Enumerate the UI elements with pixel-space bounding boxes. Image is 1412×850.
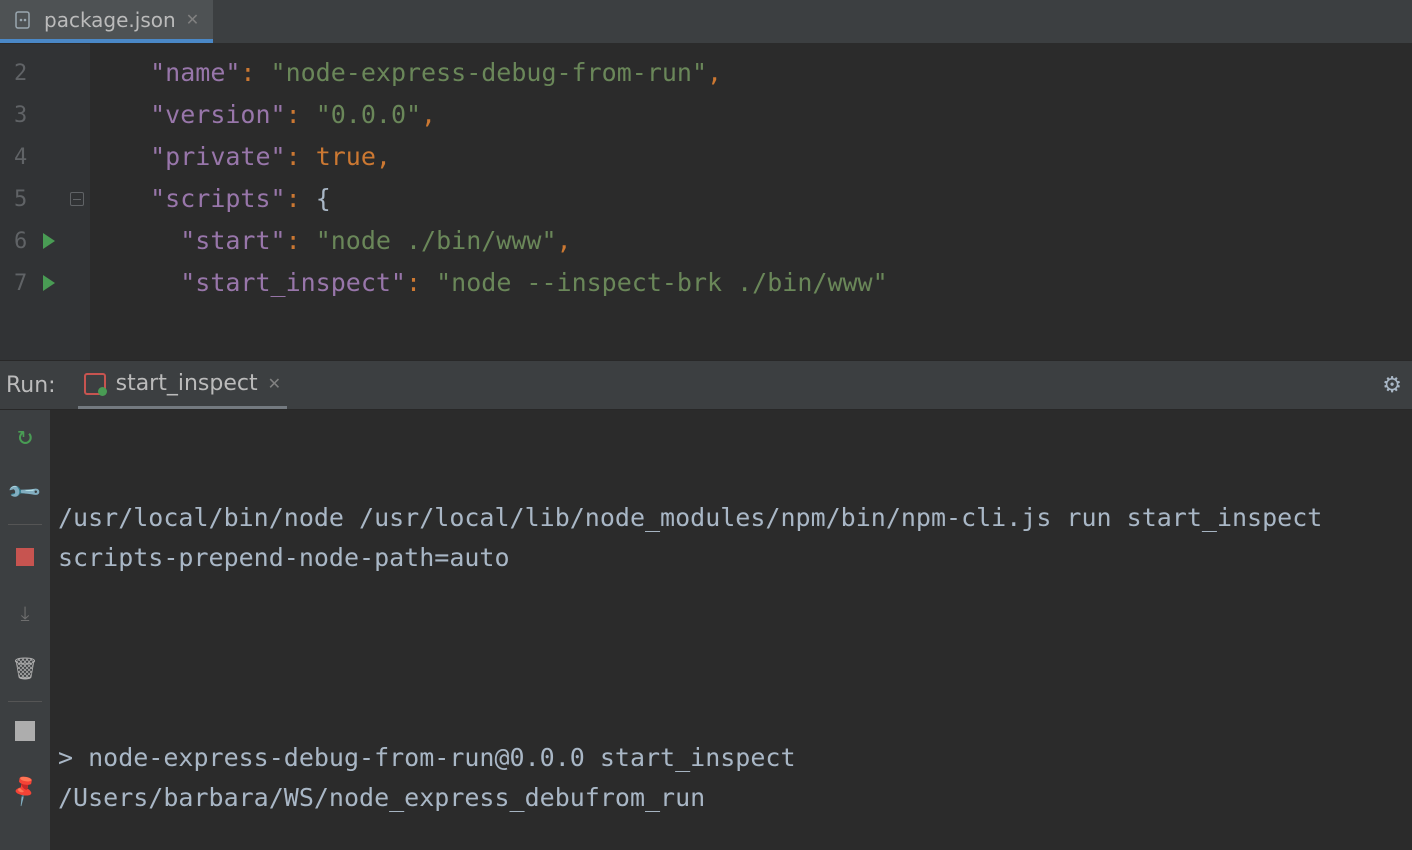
code-editor[interactable]: 2 3 4 5 6 7 "name": "node-express-debug-… (0, 44, 1412, 360)
toolbar-divider (8, 701, 42, 702)
run-panel-body: ↻ 🔧 ⤓ 🗑 📌 /usr/local/bin/node /usr/local… (0, 410, 1412, 850)
rerun-button[interactable]: ↻ (7, 418, 43, 454)
line-number: 4 (14, 145, 27, 170)
json-file-icon (14, 10, 34, 30)
close-icon[interactable]: ✕ (186, 10, 199, 29)
stop-button[interactable] (7, 539, 43, 575)
pin-icon: 📌 (7, 772, 44, 808)
editor-gutter: 2 3 4 5 6 7 (0, 44, 90, 360)
line-number: 3 (14, 103, 27, 128)
layout-icon (15, 727, 35, 741)
line-number: 5 (14, 187, 27, 212)
run-config-label: start_inspect (116, 371, 258, 396)
console-line: > node-express-debug-from-run@0.0.0 star… (58, 738, 1404, 818)
console-line: /usr/local/bin/node /usr/local/lib/node_… (58, 498, 1404, 578)
run-panel-title: Run: (6, 373, 56, 398)
edit-config-button[interactable]: 🔧 (7, 474, 43, 510)
run-config-tab[interactable]: start_inspect ✕ (78, 361, 287, 409)
run-gutter-icon[interactable] (43, 233, 55, 249)
file-tab-label: package.json (44, 8, 176, 32)
run-gutter-icon[interactable] (43, 275, 55, 291)
toolbar-divider (8, 524, 42, 525)
line-number: 2 (14, 61, 27, 86)
fold-toggle-icon[interactable] (70, 192, 84, 206)
file-tab-package-json[interactable]: package.json ✕ (0, 0, 213, 43)
download-icon: ⤓ (21, 601, 30, 625)
line-number: 6 (14, 229, 27, 254)
trash-icon: 🗑 (11, 657, 39, 682)
run-toolbar: ↻ 🔧 ⤓ 🗑 📌 (0, 410, 50, 850)
run-config-icon (84, 373, 106, 395)
wrench-icon: 🔧 (6, 473, 43, 510)
clear-button[interactable]: 🗑 (7, 651, 43, 687)
gear-icon[interactable]: ⚙ (1382, 373, 1402, 398)
console-output[interactable]: /usr/local/bin/node /usr/local/lib/node_… (50, 410, 1412, 850)
line-number: 7 (14, 271, 27, 296)
layout-button[interactable] (7, 716, 43, 752)
run-panel-header: Run: start_inspect ✕ ⚙ (0, 360, 1412, 410)
rerun-icon: ↻ (17, 421, 33, 451)
stop-icon (16, 548, 34, 566)
scroll-to-end-button[interactable]: ⤓ (7, 595, 43, 631)
close-icon[interactable]: ✕ (268, 374, 281, 393)
code-area[interactable]: "name": "node-express-debug-from-run", "… (90, 44, 888, 360)
editor-tabbar: package.json ✕ (0, 0, 1412, 44)
pin-button[interactable]: 📌 (7, 772, 43, 808)
